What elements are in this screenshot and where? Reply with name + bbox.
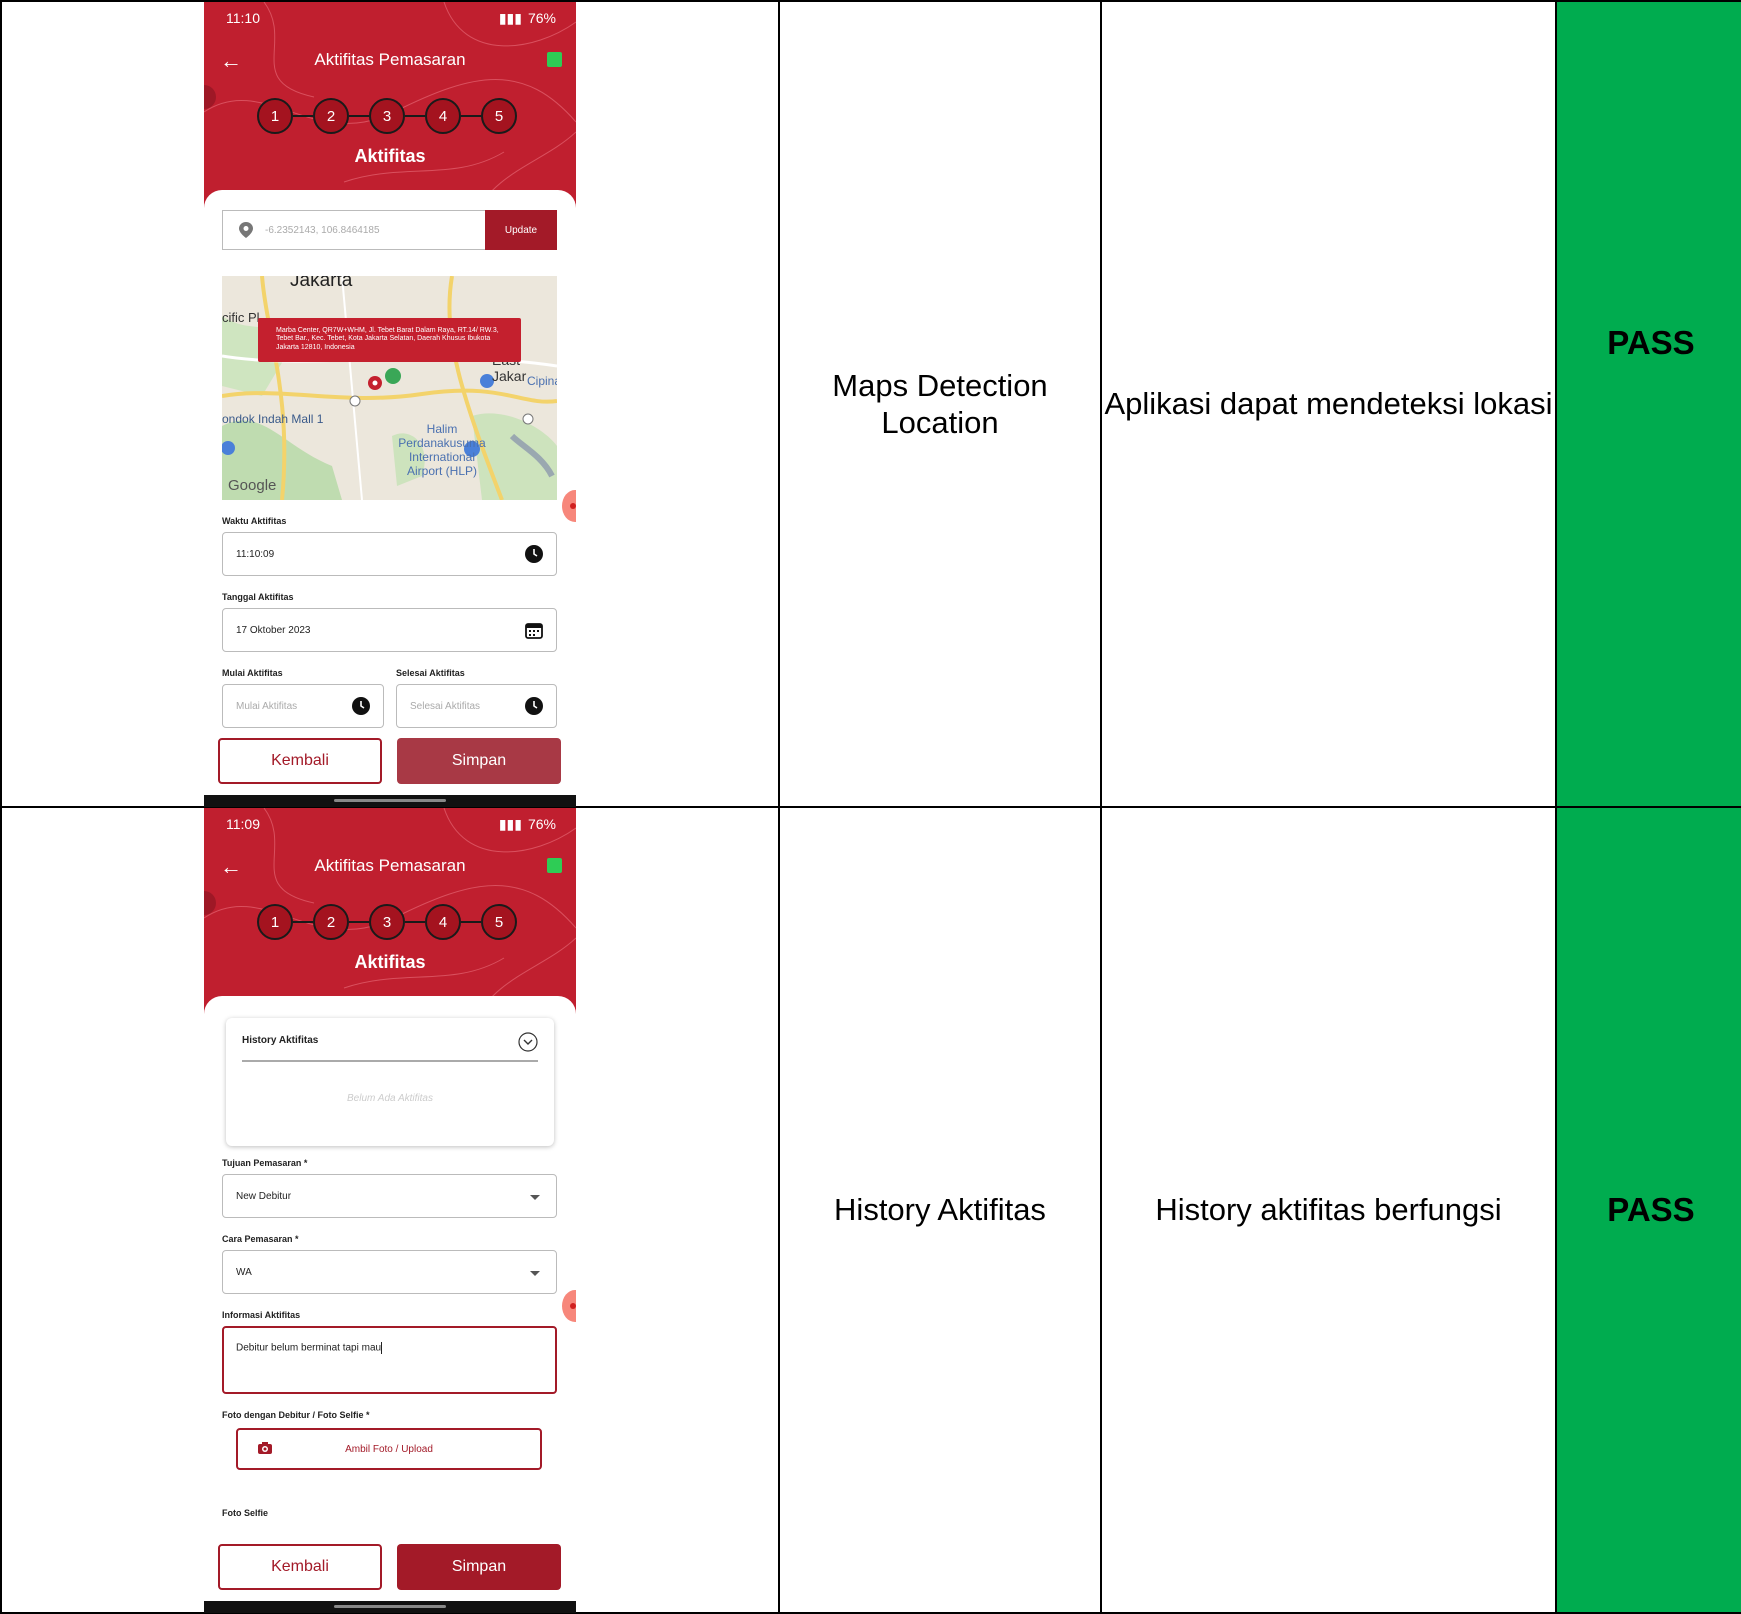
feature-cell: History Aktifitas	[778, 806, 1102, 1614]
result-badge: PASS	[1607, 324, 1695, 361]
waktu-value: 11:10:09	[236, 548, 275, 560]
step-1[interactable]: 1	[257, 904, 293, 940]
tanggal-label: Tanggal Aktifitas	[222, 592, 294, 602]
result-badge: PASS	[1607, 1191, 1695, 1228]
stepper: 1 2 3 4 5	[257, 98, 517, 134]
history-empty: Belum Ada Aktifitas	[347, 1093, 433, 1104]
step-4[interactable]: 4	[425, 904, 461, 940]
mulai-placeholder: Mulai Aktifitas	[236, 700, 298, 712]
step-5[interactable]: 5	[481, 904, 517, 940]
update-button[interactable]: Update	[485, 210, 557, 250]
map-attribution: Google	[228, 477, 277, 494]
status-indicator-icon	[547, 52, 562, 67]
simpan-button[interactable]: Simpan	[397, 738, 561, 784]
map-city-label: Jakarta	[290, 276, 353, 291]
form-body: History Aktifitas Belum Ada Aktifitas Tu…	[204, 996, 576, 1613]
info-textarea[interactable]: Debitur belum berminat tapi mau	[222, 1326, 557, 1394]
tujuan-select[interactable]: New Debitur	[222, 1174, 557, 1218]
test-result-table: 11:10 ▮▮▮ 76% ← Aktifitas Pemasaran 1 2 3…	[0, 0, 1741, 1614]
coordinate-field[interactable]: -6.2352143, 106.8464185 Update	[222, 210, 557, 250]
mulai-field[interactable]: Mulai Aktifitas	[222, 684, 384, 728]
phone-screen-history: 11:09 ▮▮▮ 76% ← Aktifitas Pemasaran 1 2 3…	[204, 808, 576, 1613]
kembali-button[interactable]: Kembali	[218, 738, 382, 784]
cara-select[interactable]: WA	[222, 1250, 557, 1294]
page-title: Aktifitas Pemasaran	[314, 50, 466, 69]
battery-level: 76%	[527, 816, 556, 832]
dropdown-arrow-icon	[530, 1271, 540, 1276]
clock-icon[interactable]	[525, 545, 543, 563]
screenshot-cell-maps: 11:10 ▮▮▮ 76% ← Aktifitas Pemasaran 1 2 3…	[0, 0, 780, 808]
mulai-label: Mulai Aktifitas	[222, 668, 283, 678]
location-pin-icon	[239, 222, 253, 238]
step-1[interactable]: 1	[257, 98, 293, 134]
ambil-foto-button[interactable]: Ambil Foto / Upload	[236, 1428, 542, 1470]
selesai-label: Selesai Aktifitas	[396, 668, 465, 678]
history-title: History Aktifitas	[242, 1035, 319, 1046]
map-label: cific Pl	[222, 310, 260, 325]
kembali-button[interactable]: Kembali	[218, 1544, 382, 1590]
step-2[interactable]: 2	[313, 98, 349, 134]
step-name: Aktifitas	[354, 146, 426, 166]
clock-icon[interactable]	[525, 697, 543, 715]
address-popup: Marba Center, QR7W+WHM, Jl. Tebet Barat …	[258, 318, 521, 362]
tujuan-value: New Debitur	[236, 1190, 292, 1202]
info-label: Informasi Aktifitas	[222, 1310, 301, 1320]
coordinate-value: -6.2352143, 106.8464185	[265, 224, 380, 236]
cara-value: WA	[236, 1266, 252, 1278]
battery-level: 76%	[527, 10, 556, 26]
dropdown-arrow-icon	[530, 1195, 540, 1200]
floating-action-button[interactable]	[562, 490, 576, 522]
floating-action-button[interactable]	[562, 1290, 576, 1322]
waktu-field[interactable]: 11:10:09	[222, 532, 557, 576]
signal-icon: ▮▮▮	[498, 9, 522, 26]
phone-screen-maps: 11:10 ▮▮▮ 76% ← Aktifitas Pemasaran 1 2 3…	[204, 2, 576, 807]
clock-icon[interactable]	[352, 697, 370, 715]
camera-icon	[258, 1442, 272, 1454]
map-view[interactable]: Jakarta cific Pl East Jakar Cipina ondok…	[222, 276, 557, 500]
app-header: 11:10 ▮▮▮ 76% ← Aktifitas Pemasaran 1 2 3…	[204, 2, 576, 217]
ambil-foto-label: Ambil Foto / Upload	[345, 1443, 433, 1455]
status-bar: 11:10 ▮▮▮ 76%	[226, 8, 556, 28]
map-label: Halim Perdanakusuma International Airpor…	[398, 422, 486, 478]
tanggal-value: 17 Oktober 2023	[236, 624, 311, 636]
selesai-placeholder: Selesai Aktifitas	[410, 700, 481, 712]
feature-cell: Maps Detection Location	[778, 0, 1102, 808]
foto-selfie-label: Foto Selfie	[222, 1508, 269, 1518]
system-nav-bar	[204, 1601, 576, 1613]
app-header: 11:09 ▮▮▮ 76% ← Aktifitas Pemasaran 1 2 3…	[204, 808, 576, 1023]
step-2[interactable]: 2	[313, 904, 349, 940]
signal-icon: ▮▮▮	[498, 815, 522, 832]
stepper: 1 2 3 4 5	[257, 904, 517, 940]
cara-label: Cara Pemasaran *	[222, 1234, 299, 1244]
result-cell: PASS	[1555, 806, 1741, 1614]
status-time: 11:09	[226, 816, 260, 832]
waktu-label: Waktu Aktifitas	[222, 516, 287, 526]
step-name: Aktifitas	[354, 952, 426, 972]
expected-cell: History aktifitas berfungsi	[1100, 806, 1557, 1614]
tanggal-field[interactable]: 17 Oktober 2023	[222, 608, 557, 652]
expected-cell: Aplikasi dapat mendeteksi lokasi	[1100, 0, 1557, 808]
page-title: Aktifitas Pemasaran	[314, 856, 466, 875]
map-label: Cipina	[527, 374, 557, 388]
step-3[interactable]: 3	[369, 98, 405, 134]
result-cell: PASS	[1555, 0, 1741, 808]
info-value: Debitur belum berminat tapi mau	[236, 1342, 382, 1354]
status-indicator-icon	[547, 858, 562, 873]
chevron-down-icon[interactable]	[518, 1032, 538, 1052]
system-nav-bar	[204, 795, 576, 807]
calendar-icon[interactable]	[525, 621, 543, 639]
step-3[interactable]: 3	[369, 904, 405, 940]
step-5[interactable]: 5	[481, 98, 517, 134]
history-card: History Aktifitas Belum Ada Aktifitas	[226, 1018, 554, 1146]
step-4[interactable]: 4	[425, 98, 461, 134]
foto-label: Foto dengan Debitur / Foto Selfie *	[222, 1410, 370, 1420]
form-body: -6.2352143, 106.8464185 Update Jakarta c…	[204, 190, 576, 807]
selesai-field[interactable]: Selesai Aktifitas	[396, 684, 557, 728]
map-label: ondok Indah Mall 1	[222, 412, 324, 426]
tujuan-label: Tujuan Pemasaran *	[222, 1158, 308, 1168]
screenshot-cell-history: 11:09 ▮▮▮ 76% ← Aktifitas Pemasaran 1 2 3…	[0, 806, 780, 1614]
simpan-button[interactable]: Simpan	[397, 1544, 561, 1590]
status-time: 11:10	[226, 10, 260, 26]
status-bar: 11:09 ▮▮▮ 76%	[226, 814, 556, 834]
